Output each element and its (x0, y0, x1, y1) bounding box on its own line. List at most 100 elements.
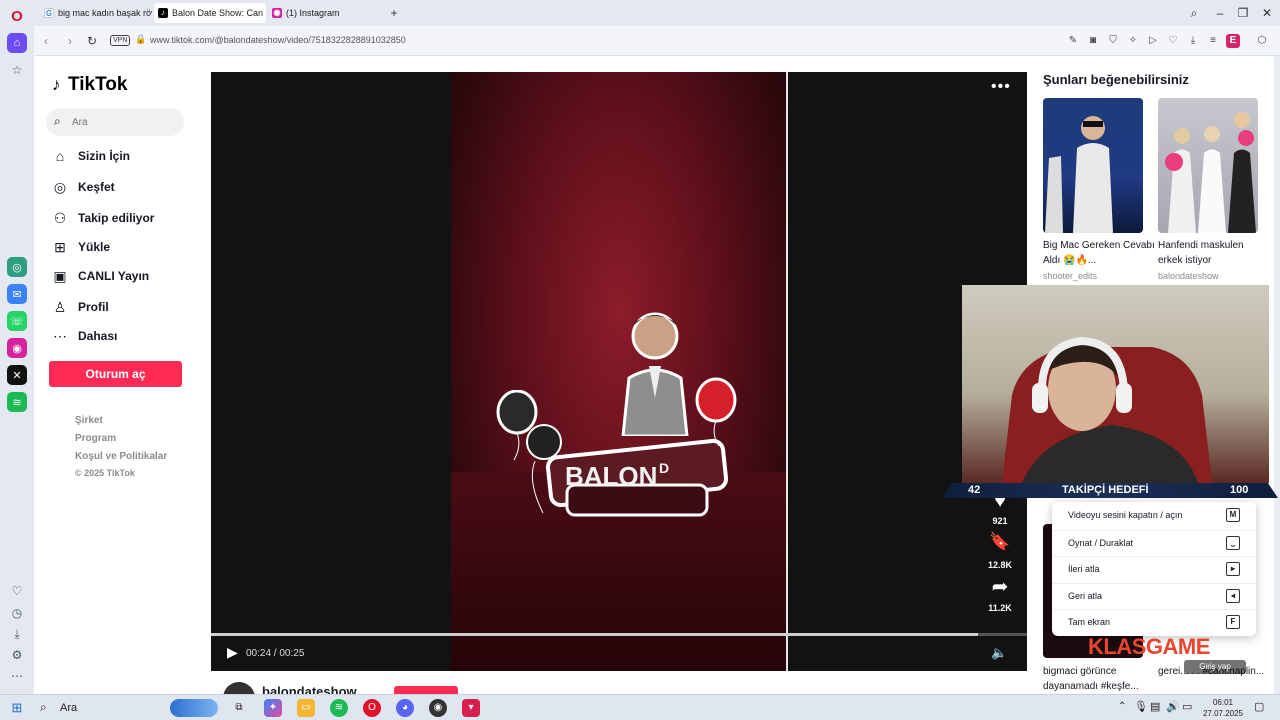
settings-icon[interactable]: ⚙ (10, 648, 24, 662)
copilot-icon[interactable]: ✦ (264, 699, 282, 717)
menu-item-fullscreen[interactable]: Tam ekran F (1052, 609, 1256, 635)
bookmark-icon[interactable]: 🔖 (980, 532, 1020, 552)
tray-chevron-icon[interactable]: ⌃ (1118, 701, 1126, 712)
nav-more[interactable]: ⋯ Dahası (50, 324, 190, 348)
volume-icon[interactable]: 🔈 (991, 645, 1007, 661)
like-count: 921 (992, 516, 1008, 526)
file-explorer-icon[interactable]: ▭ (297, 699, 315, 717)
suggestion-title-1[interactable]: Big Mac Gereken Cevabı Aldı 😭🔥... (1043, 238, 1155, 268)
more-icon[interactable]: ⋯ (10, 669, 24, 683)
discord-icon[interactable]: ◕ (396, 699, 414, 717)
footer-company[interactable]: Şirket (75, 415, 103, 426)
windows-start-icon[interactable]: ⊞ (8, 699, 26, 717)
search-input[interactable] (72, 113, 177, 131)
nav-explore[interactable]: ◎ Keşfet (50, 175, 190, 199)
nav-label: Takip ediliyor (78, 211, 155, 225)
back-icon[interactable]: ‹ (38, 33, 54, 49)
video-progress-fill (211, 633, 979, 636)
suggestion-thumbnail-2[interactable] (1158, 98, 1258, 233)
notification-icon[interactable]: ▢ (1254, 700, 1264, 713)
live-icon: ▣ (53, 267, 67, 284)
play-icon[interactable]: ▶ (227, 644, 238, 661)
footer-terms[interactable]: Koşul ve Politikalar (75, 451, 167, 462)
suggestion-title-3[interactable]: bigmaci görünce dayanamadı #keşfe... (1043, 664, 1155, 694)
close-icon[interactable]: ✕ (1259, 5, 1275, 21)
vpn-badge[interactable]: VPN (110, 35, 131, 46)
opera-logo-icon[interactable]: O (7, 6, 27, 26)
battery-icon[interactable]: ▭ (1182, 700, 1192, 713)
mic-icon[interactable]: 🎙 (1134, 700, 1148, 713)
search-tabs-icon[interactable]: ⌕ (1186, 5, 1202, 21)
login-button[interactable]: Oturum aç (49, 361, 182, 387)
play-icon[interactable]: ▷ (1146, 34, 1160, 48)
menu-item-play-pause[interactable]: Oynat / Duraklat ⎵ (1052, 530, 1256, 556)
network-icon[interactable]: ▤ (1150, 700, 1160, 713)
app-icon[interactable]: ▾ (462, 699, 480, 717)
tab-instagram[interactable]: ◉ (1) Instagram (268, 3, 380, 23)
maximize-icon[interactable]: ❐ (1235, 5, 1251, 21)
video-progress-bar[interactable] (211, 633, 1027, 636)
suggestion-user-1[interactable]: shooter_edits (1043, 271, 1097, 281)
cube-icon[interactable]: ⬡ (1255, 34, 1269, 48)
streamer-webcam (962, 285, 1269, 483)
login-hint[interactable]: Giriş yap (1184, 660, 1246, 674)
instagram-icon[interactable]: ◉ (7, 338, 27, 358)
taskbar-clock[interactable]: 06:01 27.07.2025 (1200, 697, 1246, 719)
menu-item-mute[interactable]: Videoyu sesini kapatın / açın M (1052, 503, 1256, 529)
taskbar-search[interactable]: ⌕ Ara (36, 699, 218, 717)
footer-program[interactable]: Program (75, 433, 116, 444)
x-icon[interactable]: ✕ (7, 365, 27, 385)
profile-avatar[interactable]: E (1226, 34, 1240, 48)
pinboard-icon[interactable]: ☆ (10, 63, 24, 77)
reload-icon[interactable]: ↻ (84, 33, 100, 49)
share-icon[interactable]: ➦ (980, 574, 1020, 599)
tab-google[interactable]: G big mac kadın başak röva (40, 3, 152, 23)
task-view-icon[interactable]: ⧉ (230, 699, 248, 717)
favorite-icon[interactable]: ♡ (1166, 34, 1180, 48)
forward-icon[interactable]: › (62, 33, 78, 49)
nav-label: CANLI Yayın (78, 269, 150, 283)
video-divider (786, 72, 788, 671)
video-more-icon[interactable]: ••• (991, 78, 1011, 96)
footer-copyright: © 2025 TikTok (75, 468, 135, 478)
chatgpt-icon[interactable]: ◎ (7, 257, 27, 277)
spotify-icon[interactable]: ≋ (330, 699, 348, 717)
suggestion-title-2[interactable]: Hanfendi maskulen erkek istiyor (1158, 238, 1270, 268)
nav-upload[interactable]: ⊞ Yükle (50, 235, 190, 259)
search-box[interactable]: ⌕ (46, 108, 184, 136)
klasgame-logo: KLASGAME (1088, 634, 1210, 659)
suggestion-user-2[interactable]: balondateshow (1158, 271, 1219, 281)
download-icon[interactable]: ⤓ (1186, 34, 1200, 48)
menu-item-forward[interactable]: İleri atla ▸ (1052, 556, 1256, 582)
video-player[interactable]: BALON D ••• ♥ 921 🔖 12.8K ➦ 11.2K ▶ 00:2… (211, 72, 1027, 671)
heart-icon[interactable]: ♡ (10, 584, 24, 598)
whatsapp-icon[interactable]: ☏ (7, 311, 27, 331)
extension-icon[interactable]: ✧ (1126, 34, 1140, 48)
speed-dial-icon[interactable]: ⌂ (7, 33, 27, 53)
opera-taskbar-icon[interactable]: O (363, 699, 381, 717)
camera-icon[interactable]: ◙ (1086, 34, 1100, 48)
history-icon[interactable]: ◷ (10, 606, 24, 620)
clock-time: 06:01 (1212, 698, 1234, 707)
host-figure (621, 312, 689, 436)
nav-following[interactable]: ⚇ Takip ediliyor (50, 206, 190, 230)
spotify-icon[interactable]: ≋ (7, 392, 27, 412)
tiktok-logo[interactable]: ♪ TikTok (52, 74, 127, 96)
menu-icon[interactable]: ≡ (1206, 34, 1220, 48)
obs-icon[interactable]: ◉ (429, 699, 447, 717)
suggestion-thumbnail-1[interactable] (1043, 98, 1143, 233)
url-field[interactable]: www.tiktok.com/@balondateshow/video/7518… (150, 35, 406, 45)
new-tab-icon[interactable]: + (386, 5, 402, 21)
menu-item-back[interactable]: Geri atla ◂ (1052, 583, 1256, 609)
nav-for-you[interactable]: ⌂ Sizin İçin (50, 144, 190, 168)
shield-icon[interactable]: ⛉ (1106, 34, 1120, 48)
speaker-icon[interactable]: 🔊 (1166, 700, 1180, 713)
nav-profile[interactable]: ♙ Profil (50, 295, 190, 319)
tiktok-logo-text: TikTok (68, 74, 128, 95)
download-icon[interactable]: ⤓ (10, 627, 24, 641)
minimize-icon[interactable]: – (1212, 5, 1228, 21)
messenger-icon[interactable]: ✉ (7, 284, 27, 304)
nav-live[interactable]: ▣ CANLI Yayın (50, 264, 190, 288)
edit-icon[interactable]: ✎ (1066, 34, 1080, 48)
tab-tiktok[interactable]: ♪ Balon Date Show: Can Cha (154, 3, 266, 23)
